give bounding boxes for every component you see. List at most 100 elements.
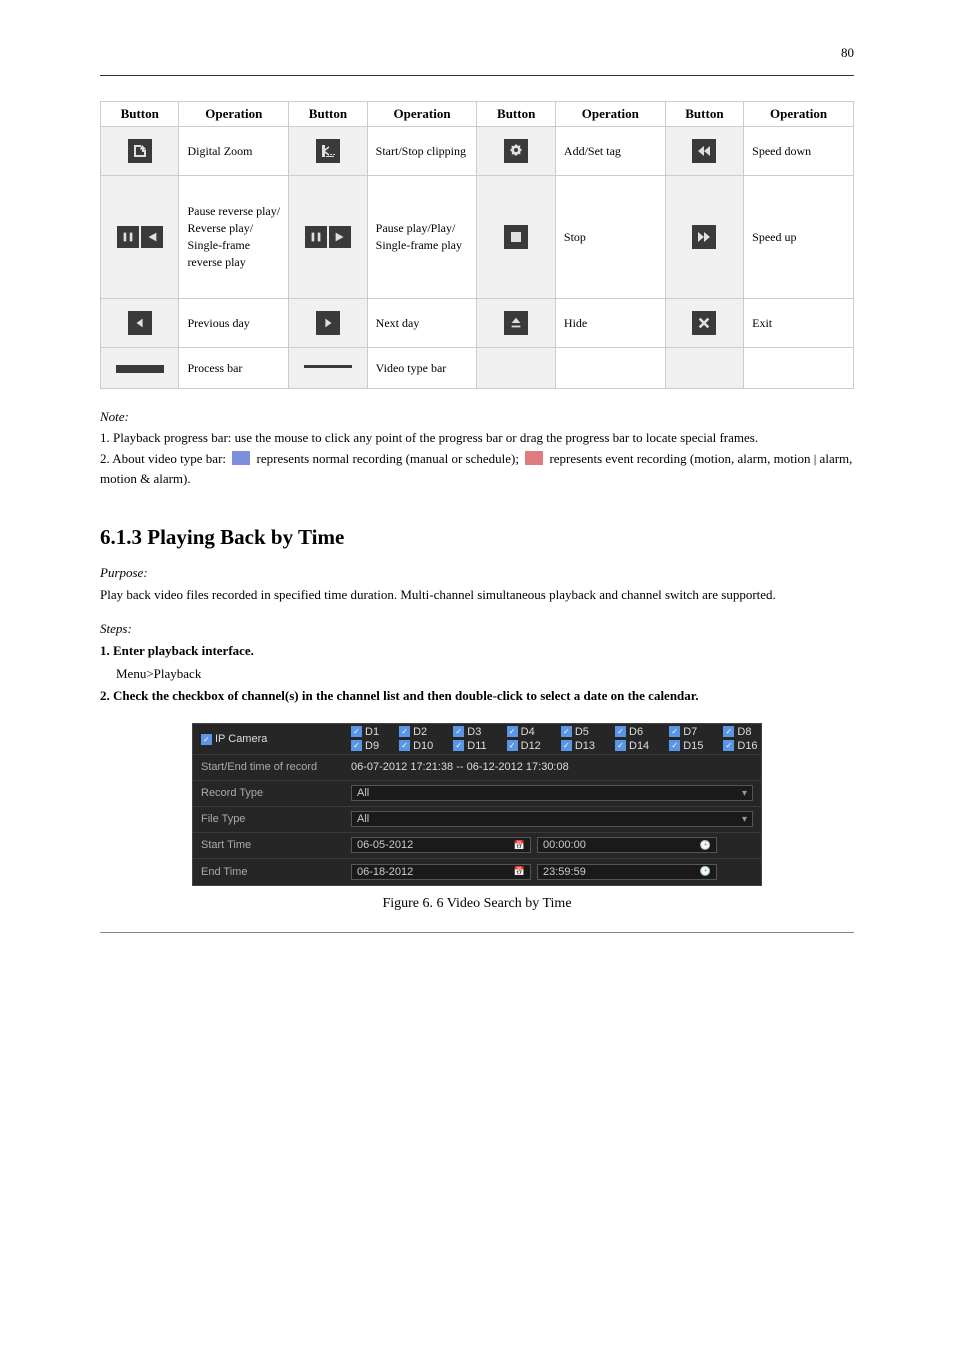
camera-checkbox[interactable]: ✓D6 [615, 726, 649, 738]
th-operation: Operation [744, 102, 854, 127]
clock-icon: 🕒 [700, 866, 711, 877]
start-end-label: Start/End time of record [201, 761, 351, 773]
tag-desc: Add/Set tag [555, 127, 665, 176]
file-type-label: File Type [201, 813, 351, 825]
rewind-icon [692, 139, 716, 163]
file-type-select[interactable]: All▾ [351, 811, 753, 827]
checkbox-icon: ✓ [507, 740, 518, 751]
checkbox-icon[interactable]: ✓ [201, 734, 212, 745]
th-button: Button [101, 102, 179, 127]
speedup-desc: Speed up [744, 176, 854, 299]
camera-checkbox[interactable]: ✓D16 [723, 740, 757, 752]
digital-zoom-desc: Digital Zoom [179, 127, 289, 176]
pause-reverse-icons [117, 226, 163, 248]
camera-grid: ✓D1✓D2✓D3✓D4✓D5✓D6✓D7✓D8✓D9✓D10✓D11✓D12✓… [351, 726, 768, 752]
clip-desc: Start/Stop clipping [367, 127, 477, 176]
record-type-label: Record Type [201, 787, 351, 799]
note-heading: Note: [100, 409, 129, 424]
process-bar-icon [116, 365, 164, 373]
steps-block: Steps: 1. Enter playback interface. Menu… [100, 618, 854, 706]
video-type-bar-icon [304, 365, 352, 373]
record-type-row: Record Type All▾ [193, 781, 761, 807]
icon-row: Pause reverse play/ Reverse play/ Single… [101, 176, 854, 299]
checkbox-icon: ✓ [453, 740, 464, 751]
th-button: Button [477, 102, 555, 127]
exit-icon [692, 311, 716, 335]
step-2: 2. Check the checkbox of channel(s) in t… [100, 685, 854, 707]
clock-icon: 🕒 [700, 840, 711, 851]
hide-icon [504, 311, 528, 335]
page-number: 80 [841, 45, 854, 61]
chevron-down-icon: ▾ [742, 814, 747, 825]
camera-checkbox[interactable]: ✓D14 [615, 740, 649, 752]
camera-checkbox[interactable]: ✓D13 [561, 740, 595, 752]
digital-zoom-icon [128, 139, 152, 163]
camera-checkbox[interactable]: ✓D10 [399, 740, 433, 752]
camera-checkbox[interactable]: ✓D12 [507, 740, 541, 752]
camera-checkbox[interactable]: ✓D15 [669, 740, 703, 752]
pause-reverse-desc: Pause reverse play/ Reverse play/ Single… [179, 176, 289, 299]
calendar-icon: 📅 [514, 866, 525, 877]
footer-rule [100, 932, 854, 933]
th-operation: Operation [179, 102, 289, 127]
th-operation: Operation [555, 102, 665, 127]
start-time-row: Start Time 06-05-2012📅 00:00:00🕒 [193, 833, 761, 859]
prev-day-icon [128, 311, 152, 335]
checkbox-icon: ✓ [669, 740, 680, 751]
checkbox-icon: ✓ [453, 726, 464, 737]
pause-play-desc: Pause play/Play/ Single-frame play [367, 176, 477, 299]
rewind-desc: Speed down [744, 127, 854, 176]
checkbox-icon: ✓ [351, 726, 362, 737]
end-time-input[interactable]: 23:59:59🕒 [537, 864, 717, 880]
video-search-panel: ✓IP Camera ✓D1 ✓D2 ✓D3 ✓D4 ✓D5 ✓D6 ✓D7 ✓D8 ✓D9 ✓D… [192, 723, 762, 886]
section-heading: 6.1.3 Playing Back by Time [100, 525, 854, 550]
end-date-input[interactable]: 06-18-2012📅 [351, 864, 531, 880]
camera-checkbox[interactable]: ✓D7 [669, 726, 703, 738]
exit-desc: Exit [744, 299, 854, 348]
ip-camera-row: ✓IP Camera ✓D1 ✓D2 ✓D3 ✓D4 ✓D5 ✓D6 ✓D7 ✓D8 ✓D9 ✓D… [193, 724, 761, 755]
camera-checkbox[interactable]: ✓D3 [453, 726, 486, 738]
prev-day-desc: Previous day [179, 299, 289, 348]
purpose-block: Purpose: Play back video files recorded … [100, 562, 854, 606]
step-1-path: Menu>Playback [100, 663, 854, 685]
note-section: Note: 1. Playback progress bar: use the … [100, 407, 854, 490]
stop-icon [504, 225, 528, 249]
checkbox-icon: ✓ [723, 726, 734, 737]
figure-caption: Figure 6. 6 Video Search by Time [100, 896, 854, 912]
pause-play-icons [305, 226, 351, 248]
camera-checkbox[interactable]: ✓D5 [561, 726, 595, 738]
camera-checkbox[interactable]: ✓D2 [399, 726, 433, 738]
camera-checkbox[interactable]: ✓D1 [351, 726, 379, 738]
hide-desc: Hide [555, 299, 665, 348]
icon-row: Digital Zoom Start/Stop clipping Add/Set… [101, 127, 854, 176]
record-type-select[interactable]: All▾ [351, 785, 753, 801]
camera-checkbox[interactable]: ✓D8 [723, 726, 757, 738]
camera-checkbox[interactable]: ✓D9 [351, 740, 379, 752]
checkbox-icon: ✓ [507, 726, 518, 737]
icon-row: Previous day Next day Hide Exit [101, 299, 854, 348]
checkbox-icon: ✓ [615, 740, 626, 751]
clip-icon [316, 139, 340, 163]
ip-camera-label: ✓IP Camera [201, 733, 351, 746]
checkbox-icon: ✓ [399, 740, 410, 751]
icon-row: Process bar Video type bar [101, 348, 854, 389]
checkbox-icon: ✓ [561, 740, 572, 751]
camera-checkbox[interactable]: ✓D4 [507, 726, 541, 738]
checkbox-icon: ✓ [615, 726, 626, 737]
note-line1: 1. Playback progress bar: use the mouse … [100, 428, 854, 449]
camera-checkbox[interactable]: ✓D11 [453, 740, 486, 752]
file-type-row: File Type All▾ [193, 807, 761, 833]
start-time-label: Start Time [201, 839, 351, 851]
playback-toolbar-table: Button Operation Button Operation Button… [100, 101, 854, 389]
start-time-input[interactable]: 00:00:00🕒 [537, 837, 717, 853]
start-end-value: 06-07-2012 17:21:38 -- 06-12-2012 17:30:… [351, 761, 753, 773]
process-bar-desc: Process bar [179, 348, 289, 389]
end-time-row: End Time 06-18-2012📅 23:59:59🕒 [193, 859, 761, 885]
purpose-label: Purpose: [100, 562, 854, 584]
note-line2: 2. About video type bar: represents norm… [100, 449, 854, 491]
start-date-input[interactable]: 06-05-2012📅 [351, 837, 531, 853]
th-button: Button [665, 102, 743, 127]
checkbox-icon: ✓ [561, 726, 572, 737]
header-rule [100, 75, 854, 76]
speedup-icon [692, 225, 716, 249]
